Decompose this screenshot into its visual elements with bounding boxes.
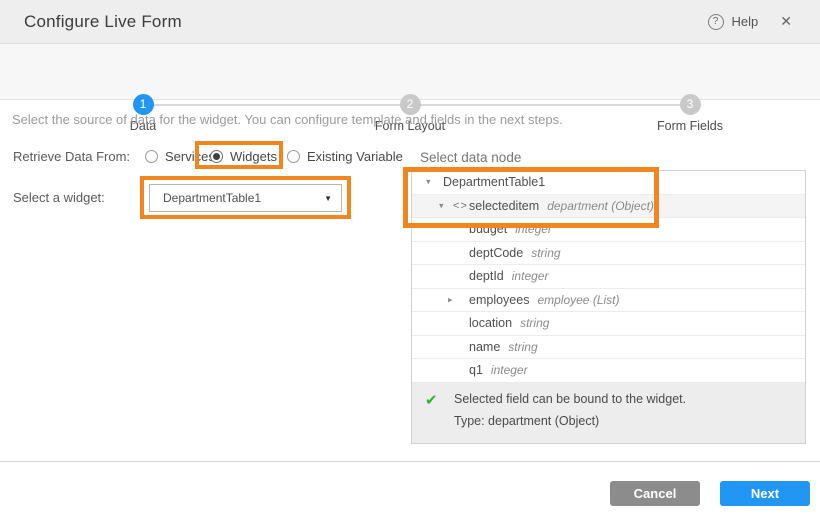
- dialog-footer: Cancel Next: [0, 461, 820, 522]
- tree-node-type: integer: [512, 269, 549, 283]
- tree-node-employees[interactable]: ▸ employees employee (List): [412, 289, 805, 313]
- select-data-node-heading: Select data node: [420, 150, 521, 165]
- tree-node-name[interactable]: name string: [412, 336, 805, 360]
- title-bar: Configure Live Form ? Help ✕: [0, 0, 820, 44]
- tree-node-type: integer: [491, 363, 528, 377]
- radio-label: Widgets: [230, 149, 277, 164]
- widget-select[interactable]: DepartmentTable1 ▼: [149, 184, 342, 212]
- caret-down-icon[interactable]: ▾: [426, 177, 431, 188]
- tree-node-deptId[interactable]: deptId integer: [412, 265, 805, 289]
- tree-node-type: string: [520, 316, 549, 330]
- tree-node-label: budget: [469, 222, 507, 236]
- tree-node-label: deptId: [469, 269, 504, 283]
- tree-node-selecteditem[interactable]: ▾ < >selecteditem department (Object): [412, 195, 805, 219]
- chevron-down-icon: ▼: [324, 194, 332, 203]
- data-node-panel: ▾ DepartmentTable1 ▾ < >selecteditem departm…: [411, 170, 806, 444]
- radio-widgets[interactable]: Widgets: [210, 149, 277, 164]
- instruction-text: Select the source of data for the widget…: [12, 112, 563, 127]
- close-icon[interactable]: ✕: [780, 13, 792, 30]
- tree-node-label: selecteditem: [469, 199, 539, 213]
- help-icon[interactable]: ?: [708, 14, 724, 30]
- title-actions: ? Help ✕: [708, 13, 820, 30]
- wizard-stepper: 1Data2Form Layout3Form Fields: [0, 44, 820, 100]
- dialog-title: Configure Live Form: [24, 12, 182, 32]
- binding-status-line1: Selected field can be bound to the widge…: [454, 392, 686, 406]
- caret-down-icon[interactable]: ▾: [439, 200, 444, 211]
- radio-existing-variable[interactable]: Existing Variable: [287, 149, 403, 164]
- tree-node-label: deptCode: [469, 246, 523, 260]
- tree-node-q1[interactable]: q1 integer: [412, 359, 805, 383]
- radio-label: Services: [165, 149, 215, 164]
- tree-node-deptCode[interactable]: deptCode string: [412, 242, 805, 266]
- tree-node-type: string: [531, 246, 560, 260]
- select-a-widget-label: Select a widget:: [13, 190, 105, 205]
- binding-status-note: ✔ Selected field can be bound to the wid…: [412, 383, 805, 443]
- step-form-fields[interactable]: 3 Form Fields: [630, 94, 750, 133]
- radio-services[interactable]: Services: [145, 149, 215, 164]
- radio-dot: [213, 153, 220, 160]
- tree-node-label: DepartmentTable1: [443, 175, 545, 189]
- step-number: 2: [400, 94, 421, 115]
- tree-node-location[interactable]: location string: [412, 312, 805, 336]
- tree-node-label: location: [469, 316, 512, 330]
- tree-node-type: string: [508, 340, 537, 354]
- step-label: Form Fields: [630, 119, 750, 133]
- configure-live-form-dialog: Configure Live Form ? Help ✕ 1Data2Form …: [0, 0, 820, 522]
- next-button[interactable]: Next: [720, 481, 810, 506]
- radio-label: Existing Variable: [307, 149, 403, 164]
- widget-select-value: DepartmentTable1: [163, 191, 261, 205]
- tree-node-type: integer: [515, 222, 552, 236]
- tree-node-type: employee (List): [537, 293, 619, 307]
- binding-status-line2: Type: department (Object): [454, 414, 599, 428]
- radio-unselected-icon: [145, 150, 158, 163]
- cancel-button[interactable]: Cancel: [610, 481, 700, 506]
- tree-node-DepartmentTable1[interactable]: ▾ DepartmentTable1: [412, 171, 805, 195]
- step-number: 3: [680, 94, 701, 115]
- tree-node-type: department (Object): [547, 199, 654, 213]
- code-icon: < >: [453, 200, 466, 212]
- tree-node-budget[interactable]: budget integer: [412, 218, 805, 242]
- caret-right-icon[interactable]: ▸: [448, 294, 453, 305]
- check-icon: ✔: [425, 391, 438, 409]
- radio-selected-icon: [210, 150, 223, 163]
- tree-node-label: name: [469, 340, 500, 354]
- retrieve-data-from-label: Retrieve Data From:: [13, 149, 130, 164]
- radio-unselected-icon: [287, 150, 300, 163]
- tree-node-label: employees: [469, 293, 529, 307]
- step-number: 1: [133, 94, 154, 115]
- help-link[interactable]: Help: [732, 14, 759, 29]
- tree-node-label: q1: [469, 363, 483, 377]
